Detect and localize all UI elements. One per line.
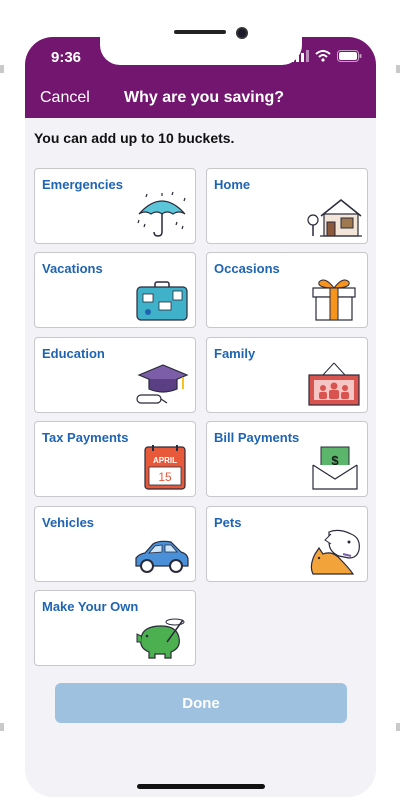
bucket-card-make-your-own[interactable]: Make Your Own: [34, 590, 196, 666]
bucket-label: Bill Payments: [214, 430, 300, 445]
frame-tick: [396, 723, 400, 731]
bucket-card-tax-payments[interactable]: Tax Payments APRIL 15: [34, 421, 196, 497]
bucket-card-vehicles[interactable]: Vehicles: [34, 506, 196, 582]
notch: [100, 37, 302, 65]
done-button[interactable]: Done: [55, 683, 347, 723]
graduation-cap-icon: [136, 364, 189, 404]
gift-icon: [312, 279, 356, 321]
cancel-button[interactable]: Cancel: [40, 89, 90, 107]
piggy-bank-icon: [136, 618, 185, 659]
wifi-icon: [315, 50, 331, 62]
front-camera: [236, 27, 248, 39]
calendar-icon: APRIL 15: [144, 445, 186, 490]
home-indicator[interactable]: [137, 784, 265, 789]
bucket-label: Family: [214, 346, 256, 361]
speaker-grille: [174, 30, 226, 34]
frame-tick: [0, 723, 4, 731]
bucket-card-bill-payments[interactable]: Bill Payments $: [206, 421, 368, 497]
frame-tick: [0, 65, 4, 73]
bucket-card-occasions[interactable]: Occasions: [206, 252, 368, 328]
content-area: You can add up to 10 buckets. Emergencie…: [25, 118, 376, 797]
bucket-card-vacations[interactable]: Vacations: [34, 252, 196, 328]
page-title: Why are you saving?: [124, 89, 285, 106]
signal-icon: [291, 50, 309, 62]
bucket-card-home[interactable]: Home: [206, 168, 368, 244]
calendar-month: APRIL: [153, 456, 177, 465]
frame-tick: [396, 65, 400, 73]
bucket-card-family[interactable]: Family: [206, 337, 368, 413]
bucket-label: Vehicles: [42, 515, 95, 530]
bucket-limit-note: You can add up to 10 buckets.: [34, 130, 235, 146]
bucket-label: Pets: [214, 515, 242, 530]
car-icon: [135, 540, 189, 573]
bucket-label: Make Your Own: [42, 599, 139, 614]
family-photo-icon: [308, 362, 360, 406]
calendar-day: 15: [158, 470, 172, 484]
bucket-label: Home: [214, 177, 251, 192]
suitcase-icon: [136, 281, 188, 321]
phone-screen: 9:36 Cancel Why are you saving? You can …: [25, 37, 376, 797]
house-icon: [307, 199, 362, 237]
envelope-bill-icon: $: [312, 446, 358, 490]
umbrella-icon: [137, 191, 186, 237]
battery-icon: [337, 50, 362, 62]
status-time: 9:36: [51, 49, 82, 66]
bucket-label: Tax Payments: [42, 430, 129, 445]
bucket-card-education[interactable]: Education: [34, 337, 196, 413]
status-icons: [291, 50, 362, 62]
bucket-label: Vacations: [42, 261, 103, 276]
bucket-card-emergencies[interactable]: Emergencies: [34, 168, 196, 244]
status-bar: 9:36: [25, 37, 376, 79]
bucket-label: Occasions: [214, 261, 280, 276]
bucket-label: Education: [42, 346, 105, 361]
bucket-card-pets[interactable]: Pets: [206, 506, 368, 582]
pets-icon: [310, 529, 360, 575]
bucket-label: Emergencies: [42, 177, 123, 192]
